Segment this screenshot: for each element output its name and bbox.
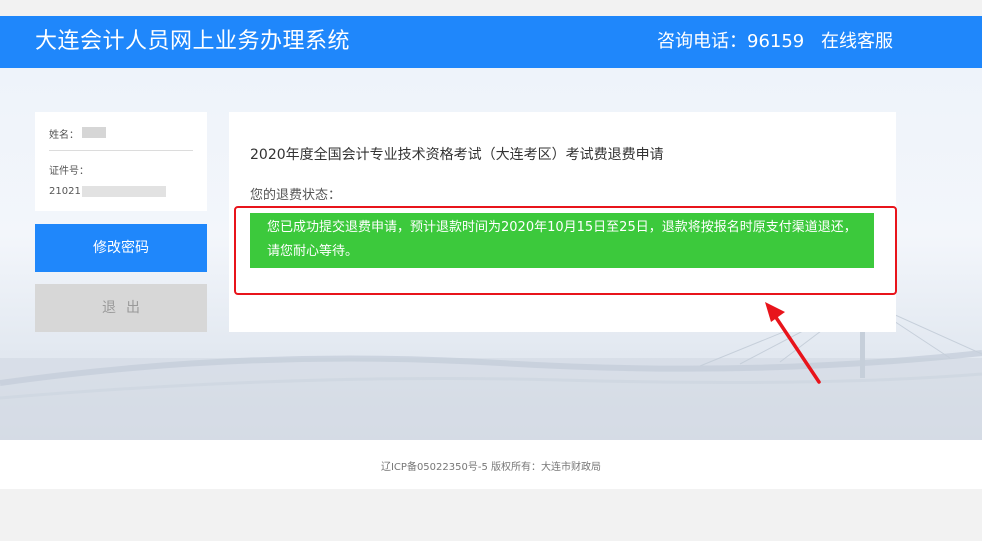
online-service-link[interactable]: 在线客服 bbox=[821, 30, 893, 54]
top-header: 大连会计人员网上业务办理系统 咨询电话：96159 在线客服 bbox=[0, 16, 982, 68]
card-divider bbox=[49, 150, 193, 151]
footer-copyright: 辽ICP备05022350号-5 版权所有：大连市财政局 bbox=[380, 462, 601, 473]
id-value-prefix: 21021 bbox=[49, 186, 81, 197]
name-value-masked bbox=[82, 127, 106, 138]
logout-button[interactable]: 退出 bbox=[35, 284, 207, 332]
refund-status-label: 您的退费状态： bbox=[250, 188, 342, 203]
page-footer: 辽ICP备05022350号-5 版权所有：大连市财政局 bbox=[0, 440, 982, 489]
hotline-text: 咨询电话：96159 bbox=[657, 31, 805, 52]
id-value-masked bbox=[82, 186, 166, 197]
app-title: 大连会计人员网上业务办理系统 bbox=[35, 29, 351, 54]
user-info-card: 姓名： 证件号： 21021 bbox=[35, 112, 207, 211]
id-label: 证件号： bbox=[49, 166, 89, 177]
change-password-button[interactable]: 修改密码 bbox=[35, 224, 207, 272]
name-label: 姓名： bbox=[49, 130, 79, 141]
annotation-highlight-box bbox=[234, 206, 897, 295]
annotation-arrow-icon bbox=[765, 302, 821, 384]
exam-title: 2020年度全国会计专业技术资格考试（大连考区）考试费退费申请 bbox=[250, 147, 664, 163]
